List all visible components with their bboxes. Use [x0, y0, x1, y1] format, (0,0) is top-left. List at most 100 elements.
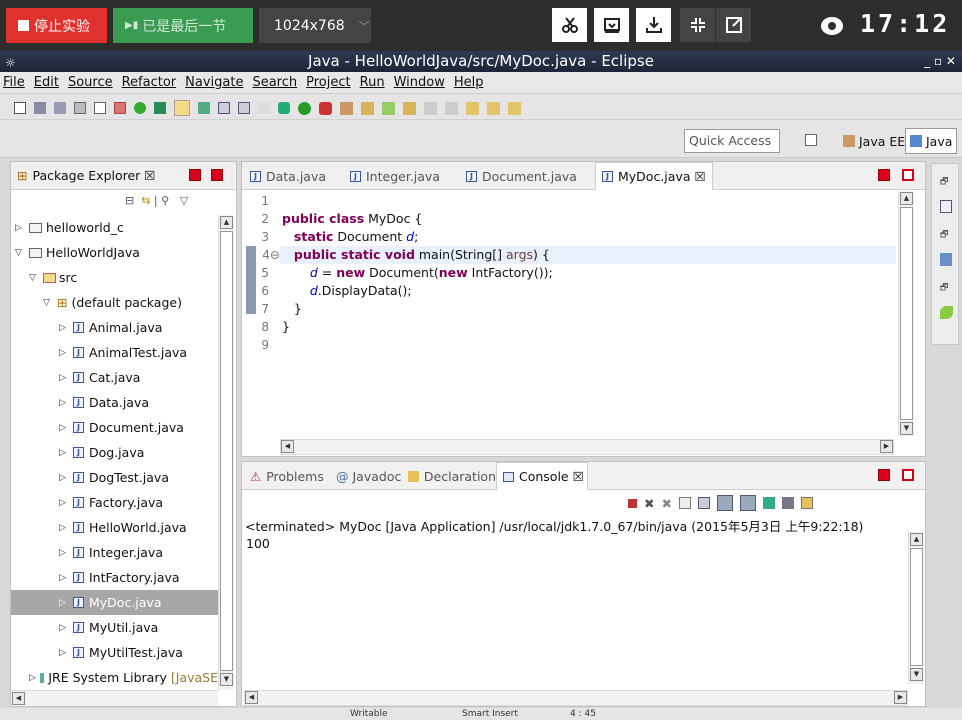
explorer-horizontal-scrollbar[interactable]: ◀ [11, 690, 218, 706]
menu-source[interactable]: Source [68, 75, 113, 90]
refresh-icon[interactable] [134, 102, 146, 114]
restore-view-icon[interactable]: 🗗 [940, 174, 950, 190]
explorer-vertical-scrollbar[interactable]: ▲ ▼ [218, 215, 234, 690]
scroll-up-icon[interactable]: ▲ [220, 216, 233, 229]
restore-icon[interactable] [902, 469, 914, 481]
open-type-icon[interactable] [403, 101, 416, 115]
scroll-down-icon[interactable]: ▼ [900, 422, 913, 435]
restore-view-icon[interactable]: 🗗 [940, 227, 950, 243]
tree-item-file[interactable]: ▷ J Data.java [11, 390, 218, 415]
lightning-icon[interactable] [174, 100, 190, 116]
tree-item-helloworld-c[interactable]: ▷ helloworld_c [11, 215, 218, 240]
eye-icon[interactable] [821, 17, 843, 35]
scroll-lock-icon[interactable] [697, 497, 710, 509]
scroll-right-icon[interactable]: ▶ [894, 691, 907, 704]
editor-horizontal-scrollbar[interactable]: ◀ ▶ [280, 439, 894, 455]
popout-tool-button[interactable] [716, 8, 751, 42]
terminate-icon[interactable] [628, 498, 637, 508]
show-whitespace-icon[interactable] [238, 102, 250, 114]
new-class-icon[interactable] [382, 101, 395, 115]
forward-icon[interactable] [508, 101, 521, 115]
prev-annotation-icon[interactable] [445, 101, 458, 115]
show-stderr-icon[interactable] [739, 495, 756, 511]
last-edit-icon[interactable] [466, 101, 479, 115]
outline-view-icon[interactable] [940, 200, 952, 213]
pin-console-icon[interactable] [762, 497, 775, 509]
minimize-icon[interactable] [878, 169, 890, 181]
scroll-up-icon[interactable]: ▲ [900, 192, 913, 205]
console-horizontal-scrollbar[interactable]: ◀ ▶ [244, 690, 908, 706]
collapse-all-icon[interactable]: ⊟ [125, 194, 134, 207]
window-controls[interactable]: _ ▫ ✕ [924, 51, 956, 71]
tree-item-file[interactable]: ▷ J IntFactory.java [11, 565, 218, 590]
tab-integer-java[interactable]: J Integer.java [344, 162, 456, 190]
download-tool-button[interactable] [636, 8, 671, 42]
scroll-left-icon[interactable]: ◀ [12, 692, 25, 705]
toggle-mark-icon[interactable] [258, 102, 270, 114]
menu-edit[interactable]: Edit [34, 75, 59, 90]
resolution-select[interactable]: 1024x768 ﹀ [259, 8, 371, 43]
leaf-view-icon[interactable] [940, 306, 953, 319]
scroll-right-icon[interactable]: ▶ [880, 440, 893, 453]
link-editor-icon[interactable]: ⇆ [141, 194, 150, 207]
quick-access-input[interactable]: Quick Access [684, 129, 780, 153]
tree-item-file[interactable]: ▷ J MyUtil.java [11, 615, 218, 640]
show-stdout-icon[interactable] [716, 495, 733, 511]
view-menu-icon[interactable]: ▽ [180, 194, 188, 207]
tree-item-file-selected[interactable]: ▷ J MyDoc.java [11, 590, 218, 615]
menu-run[interactable]: Run [360, 75, 385, 90]
scroll-thumb[interactable] [220, 231, 233, 671]
perspective-javaee[interactable]: Java EE [838, 128, 910, 154]
open-console-icon[interactable] [800, 497, 813, 509]
bug-icon[interactable] [278, 102, 290, 114]
skip-breakpoints-icon[interactable] [218, 102, 230, 114]
shrink-tool-button[interactable] [680, 8, 715, 42]
scroll-thumb[interactable] [900, 207, 913, 420]
tree-item-helloworldjava[interactable]: ▽ HelloWorldJava [11, 240, 218, 265]
save-all-icon[interactable] [54, 102, 66, 114]
remove-launch-icon[interactable]: ✖ [644, 496, 654, 511]
tree-item-file[interactable]: ▷ J DogTest.java [11, 465, 218, 490]
tree-item-file[interactable]: ▷ J HelloWorld.java [11, 515, 218, 540]
menu-window[interactable]: Window [394, 75, 445, 90]
cut-tool-button[interactable] [552, 8, 587, 42]
package-icon[interactable] [114, 102, 126, 114]
scroll-up-icon[interactable]: ▲ [910, 533, 923, 546]
remove-all-icon[interactable]: ✖ [661, 496, 671, 511]
run-icon[interactable] [298, 101, 311, 115]
console-vertical-scrollbar[interactable]: ▲ ▼ [908, 532, 924, 684]
tree-item-jre-library[interactable]: ▷ JRE System Library [JavaSE [11, 665, 218, 690]
tab-console[interactable]: Console ☒ [496, 462, 588, 490]
tree-item-file[interactable]: ▷ J Document.java [11, 415, 218, 440]
tree-item-default-package[interactable]: ▽ ⊞ (default package) [11, 290, 218, 315]
tab-document-java[interactable]: J Document.java [460, 162, 590, 190]
print-icon[interactable] [74, 102, 86, 114]
menu-search[interactable]: Search [252, 75, 297, 90]
perspective-java[interactable]: Java [905, 128, 958, 154]
scroll-thumb[interactable] [910, 548, 923, 666]
last-section-button[interactable]: ▶▮ 已是最后一节 [113, 8, 253, 43]
menu-project[interactable]: Project [306, 75, 350, 90]
menu-refactor[interactable]: Refactor [122, 75, 177, 90]
filter-icon[interactable]: ⚲ [161, 194, 169, 207]
tab-data-java[interactable]: J Data.java [244, 162, 342, 190]
open-perspective-icon[interactable] [805, 134, 817, 146]
tree-item-file[interactable]: ▷ J MyUtilTest.java [11, 640, 218, 665]
minimize-icon[interactable] [878, 469, 890, 481]
scroll-left-icon[interactable]: ◀ [245, 691, 258, 704]
maximize-icon[interactable] [211, 169, 223, 181]
scroll-down-icon[interactable]: ▼ [220, 673, 233, 686]
tree-item-file[interactable]: ▷ J Integer.java [11, 540, 218, 565]
hierarchy-view-icon[interactable] [940, 253, 952, 266]
code-area[interactable]: public class MyDoc { static Document d; … [282, 192, 553, 354]
pin-icon[interactable] [154, 102, 166, 114]
tab-declaration[interactable]: Declaration [402, 462, 496, 490]
scroll-down-icon[interactable]: ▼ [910, 668, 923, 681]
next-annotation-icon[interactable] [424, 101, 437, 115]
menu-file[interactable]: File [3, 75, 25, 90]
tab-mydoc-java[interactable]: J MyDoc.java ☒ [595, 162, 713, 190]
package-explorer-tab[interactable]: ⊞ Package Explorer ☒ [17, 168, 156, 183]
binary-icon[interactable] [94, 102, 106, 114]
tree-item-src[interactable]: ▽ src [11, 265, 218, 290]
menu-help[interactable]: Help [454, 75, 484, 90]
